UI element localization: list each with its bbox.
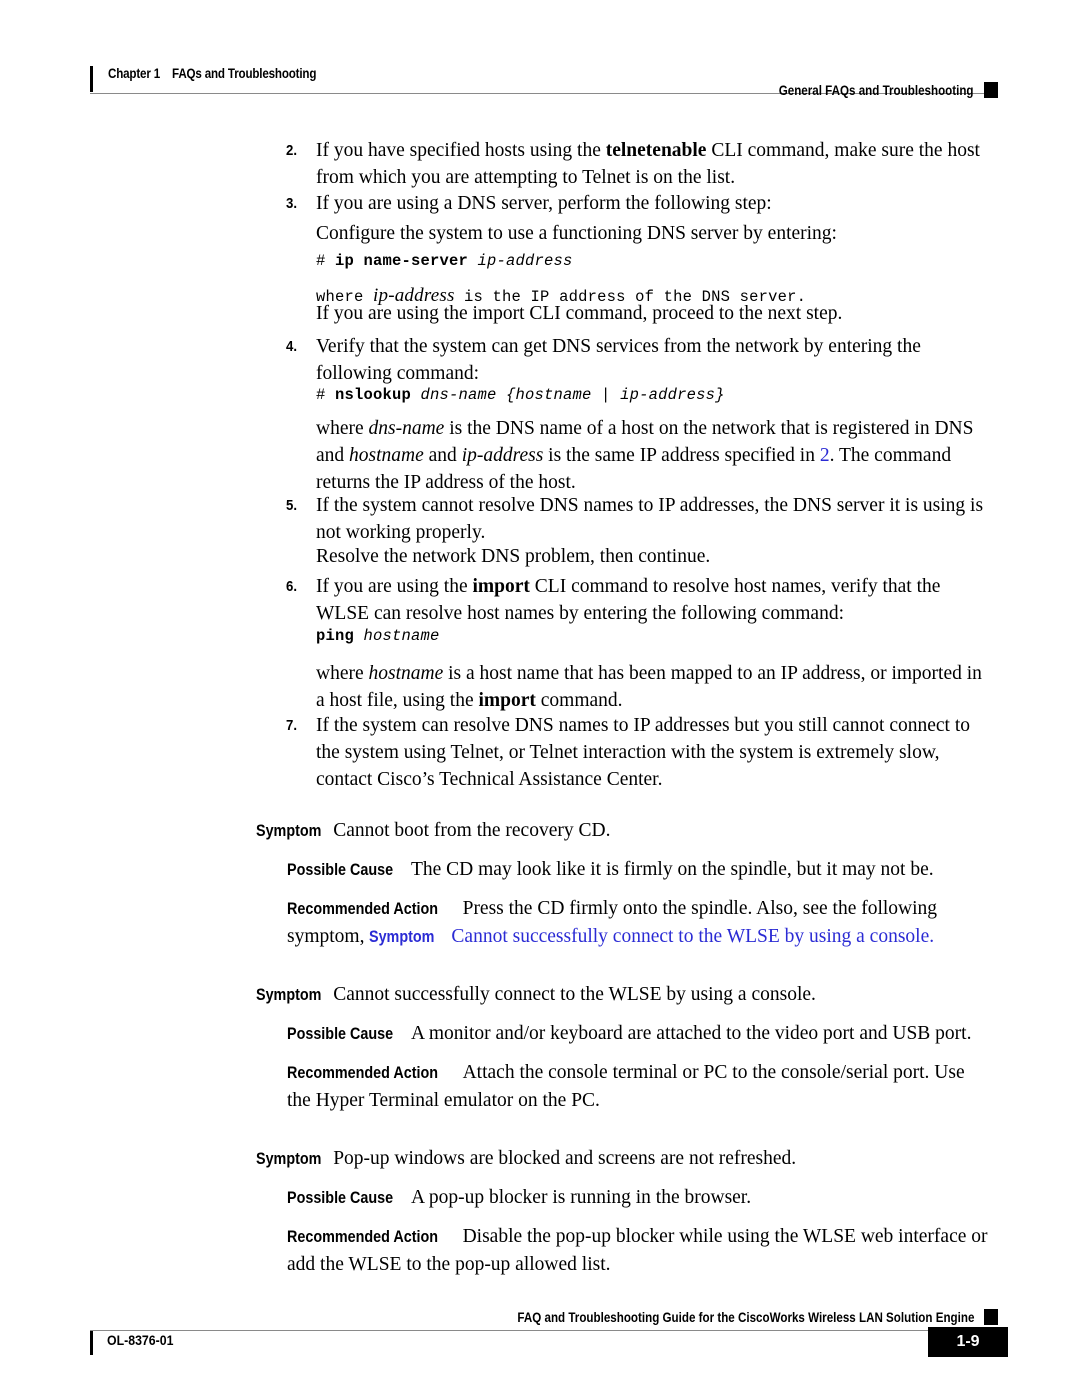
clause-pre: where xyxy=(316,663,369,684)
clause-post: command. xyxy=(535,690,623,711)
footer-guide-title: FAQ and Troubleshooting Guide for the Ci… xyxy=(516,1310,974,1325)
step-text-bold: import xyxy=(472,576,530,597)
link-symptom-label: Symptom xyxy=(369,928,435,946)
step-text-pre: If you are using the xyxy=(316,576,473,597)
symptom-block-3-possible-cause: Possible Cause A pop-up blocker is runnin… xyxy=(287,1184,993,1212)
breadcrumb: Chapter 1 FAQs and Troubleshooting xyxy=(108,66,316,81)
clause-term-ip-address: ip-address xyxy=(461,445,544,466)
symptom-block-2-symptom: Symptom Cannot successfully connect to th… xyxy=(256,981,992,1009)
symptom-text: Cannot successfully connect to the WLSE … xyxy=(333,984,816,1005)
step-number: 2. xyxy=(286,142,298,159)
step-text: If you have specified hosts using the te… xyxy=(316,137,992,191)
recommended-action-label: Recommended Action xyxy=(287,900,439,918)
link-symptom-text: Cannot successfully connect to the WLSE … xyxy=(451,926,935,947)
code-prompt: # xyxy=(316,252,336,270)
symptom-block-2-recommended-action: Recommended Action Attach the console ter… xyxy=(287,1059,993,1114)
code-nslookup: # nslookup dns-name {hostname | ip-addre… xyxy=(316,384,1016,406)
code-argument: ip-address xyxy=(468,252,573,270)
step-text: If the system can resolve DNS names to I… xyxy=(316,715,971,790)
possible-cause-label: Possible Cause xyxy=(287,1025,394,1043)
cross-reference-link-symptom-console[interactable]: Symptom Cannot successfully connect to t… xyxy=(369,926,934,947)
possible-cause-text: A pop-up blocker is running in the brows… xyxy=(410,1187,752,1208)
possible-cause-text: The CD may look like it is firmly on the… xyxy=(410,859,934,880)
clause-term-hostname: hostname xyxy=(349,445,424,466)
code-ping: ping hostname xyxy=(316,625,1016,647)
footer-rule xyxy=(90,1330,990,1331)
step-text-bold: telnetenable xyxy=(605,140,707,161)
clause-pre: where xyxy=(316,418,369,439)
possible-cause-label: Possible Cause xyxy=(287,1189,394,1207)
clause-mid-2: and xyxy=(423,445,462,466)
symptom-block-3-recommended-action: Recommended Action Disable the pop-up blo… xyxy=(287,1223,993,1278)
list-item-step-5: 5. If the system cannot resolve DNS name… xyxy=(286,492,992,546)
recommended-action-label: Recommended Action xyxy=(287,1228,439,1246)
code-command: ip name-server xyxy=(335,252,469,270)
step-number: 6. xyxy=(286,578,298,595)
possible-cause-label: Possible Cause xyxy=(287,861,394,879)
code-prompt: # xyxy=(316,386,336,404)
page-number-box xyxy=(928,1327,1008,1357)
list-item-step-6: 6. If you are using the import CLI comma… xyxy=(286,573,992,627)
symptom-label: Symptom xyxy=(256,822,322,840)
paragraph-where-hostname: where hostname is a host name that has b… xyxy=(316,660,992,714)
page-number: 1-9 xyxy=(956,1333,980,1350)
code-argument: hostname xyxy=(354,627,440,645)
recommended-action-label: Recommended Action xyxy=(287,1064,439,1082)
clause-bold-import: import xyxy=(478,690,536,711)
footer-marker-block xyxy=(984,1309,998,1325)
paragraph-configure-dns: Configure the system to use a functionin… xyxy=(316,223,837,244)
step-number: 3. xyxy=(286,195,298,212)
symptom-block-1-recommended-action: Recommended Action Press the CD firmly on… xyxy=(287,895,993,951)
step-text: If the system cannot resolve DNS names t… xyxy=(316,495,984,543)
header-left-tick xyxy=(90,66,93,92)
step-number: 7. xyxy=(286,717,298,734)
chapter-title: FAQs and Troubleshooting xyxy=(172,66,317,81)
document-page: Chapter 1 FAQs and Troubleshooting Genera… xyxy=(0,0,1080,1397)
cross-reference-link-step-2[interactable]: 2 xyxy=(820,445,830,466)
chapter-number: Chapter 1 xyxy=(108,66,161,81)
page-header: Chapter 1 FAQs and Troubleshooting Genera… xyxy=(0,30,1080,98)
list-item-step-2: 2. If you have specified hosts using the… xyxy=(286,137,992,191)
step-number: 5. xyxy=(286,497,298,514)
code-command: nslookup xyxy=(335,386,412,404)
paragraph-where-dns-name: where dns-name is the DNS name of a host… xyxy=(316,415,992,496)
code-argument: dns-name {hostname | ip-address} xyxy=(411,386,725,404)
symptom-block-2-possible-cause: Possible Cause A monitor and/or keyboard … xyxy=(287,1020,993,1048)
header-marker-block xyxy=(984,82,998,98)
clause-mid-3: is the same IP address specified in xyxy=(543,445,820,466)
step-text: Verify that the system can get DNS servi… xyxy=(316,336,921,384)
clause-term-dns-name: dns-name xyxy=(368,418,445,439)
document-id: OL-8376-01 xyxy=(107,1332,174,1348)
symptom-block-3-symptom: Symptom Pop-up windows are blocked and sc… xyxy=(256,1145,992,1173)
symptom-text: Pop-up windows are blocked and screens a… xyxy=(333,1148,797,1169)
possible-cause-text: A monitor and/or keyboard are attached t… xyxy=(410,1023,972,1044)
symptom-text: Cannot boot from the recovery CD. xyxy=(333,820,611,841)
symptom-block-1-symptom: Symptom Cannot boot from the recovery CD. xyxy=(256,817,992,845)
step-text-pre: If you have specified hosts using the xyxy=(316,140,606,161)
symptom-block-1-possible-cause: Possible Cause The CD may look like it is… xyxy=(287,856,993,884)
footer-left-tick xyxy=(90,1331,93,1355)
paragraph-import-next-step: If you are using the import CLI command,… xyxy=(316,303,843,324)
code-command: ping xyxy=(316,627,355,645)
step-number: 4. xyxy=(286,338,298,355)
running-head: General FAQs and Troubleshooting xyxy=(779,83,974,98)
step-text: If you are using a DNS server, perform t… xyxy=(316,193,772,214)
list-item-step-7: 7. If the system can resolve DNS names t… xyxy=(286,712,992,793)
symptom-label: Symptom xyxy=(256,986,322,1004)
step-text: If you are using the import CLI command … xyxy=(316,573,992,627)
list-item-step-4: 4. Verify that the system can get DNS se… xyxy=(286,333,992,387)
symptom-label: Symptom xyxy=(256,1150,322,1168)
paragraph-resolve-continue: Resolve the network DNS problem, then co… xyxy=(316,546,711,567)
code-ip-name-server: # ip name-server ip-address xyxy=(316,250,1016,272)
list-item-step-3: 3. If you are using a DNS server, perfor… xyxy=(286,190,992,217)
clause-term-hostname: hostname xyxy=(368,663,444,684)
